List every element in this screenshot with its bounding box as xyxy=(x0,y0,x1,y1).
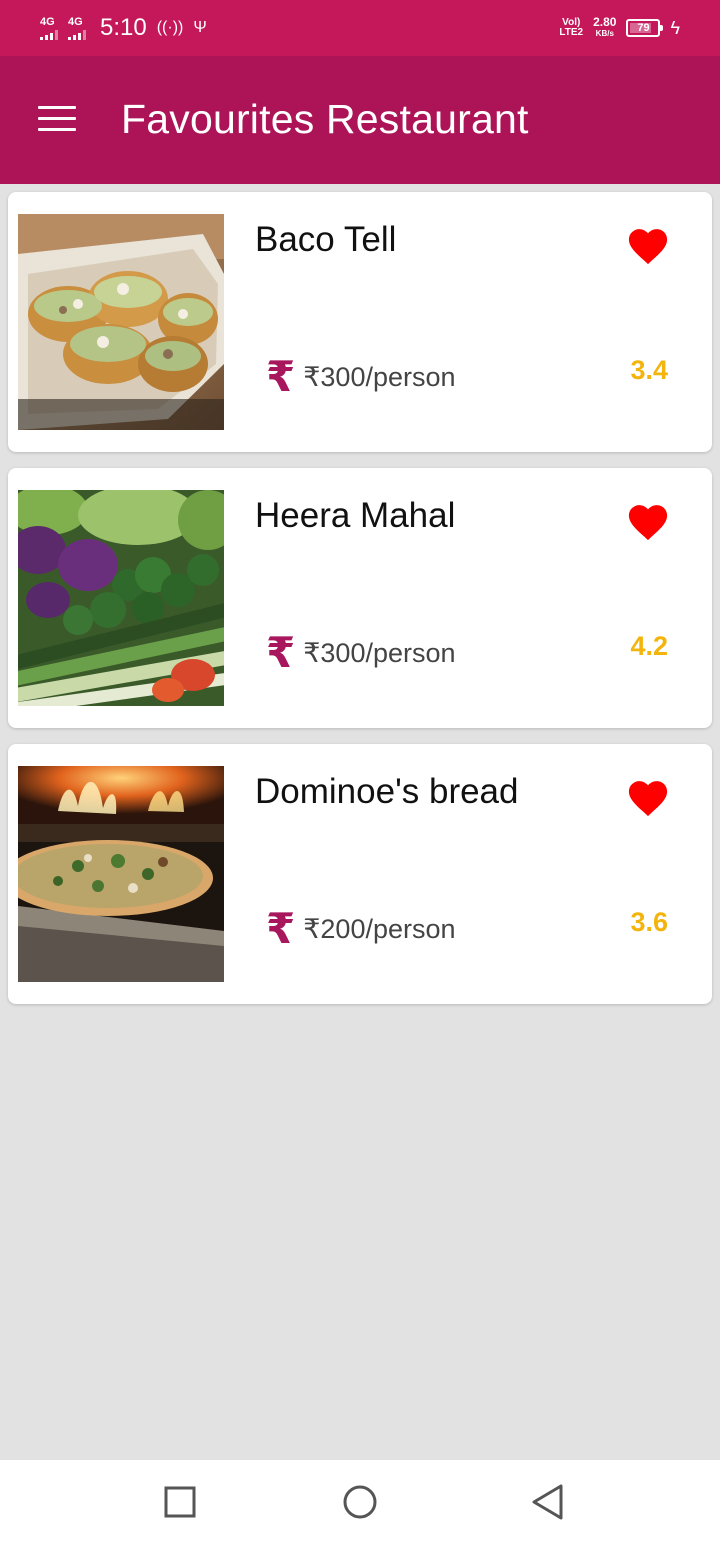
price-per-person: ₹200/person xyxy=(303,913,456,944)
restaurant-card[interactable]: Baco Tell ₹ ₹300/person 3.4 xyxy=(8,192,712,452)
rating: 4.2 xyxy=(630,631,668,661)
rating: 3.4 xyxy=(630,355,668,385)
signal-2-indicator: 4G xyxy=(68,15,86,40)
restaurant-name: Baco Tell xyxy=(255,220,397,259)
tacos-photo xyxy=(18,214,224,430)
system-nav-bar xyxy=(0,1460,720,1544)
status-bar: 4G 4G 5:10 ((·)) Ψ Vol) LTE2 2.80 KB/s 7… xyxy=(0,0,720,56)
heart-icon[interactable] xyxy=(626,501,670,541)
restaurant-name: Heera Mahal xyxy=(255,496,456,535)
restaurant-card[interactable]: Dominoe's bread ₹ ₹200/person 3.6 xyxy=(8,744,712,1004)
restaurant-image xyxy=(18,214,224,430)
price-row: ₹ ₹200/person xyxy=(266,908,456,950)
volte-indicator: Vol) LTE2 xyxy=(559,17,584,38)
clock: 5:10 xyxy=(100,14,147,41)
hotspot-icon: ((·)) xyxy=(156,19,184,36)
battery-icon: 79 xyxy=(626,19,664,37)
battery-level: 79 xyxy=(637,22,650,34)
triangle-back-icon[interactable] xyxy=(530,1484,566,1520)
rating: 3.6 xyxy=(630,907,668,937)
page-title: Favourites Restaurant xyxy=(121,96,529,142)
signal-bars-icon xyxy=(40,29,58,40)
vegetables-photo xyxy=(18,490,224,706)
charging-icon: ϟ xyxy=(670,17,680,38)
network-speed: 2.80 KB/s xyxy=(593,15,617,38)
rupee-icon: ₹ xyxy=(266,352,296,401)
signal-bars-icon xyxy=(68,29,86,40)
rupee-icon: ₹ xyxy=(266,904,296,953)
network-type-label: 4G xyxy=(40,15,55,28)
heart-icon[interactable] xyxy=(626,777,670,817)
app-bar: Favourites Restaurant xyxy=(0,56,720,184)
usb-icon: Ψ xyxy=(193,19,207,36)
favourites-list: Baco Tell ₹ ₹300/person 3.4 Heera Mahal … xyxy=(8,192,712,1020)
rupee-icon: ₹ xyxy=(266,628,296,677)
restaurant-card[interactable]: Heera Mahal ₹ ₹300/person 4.2 xyxy=(8,468,712,728)
hamburger-menu-icon[interactable] xyxy=(38,106,76,132)
heart-icon[interactable] xyxy=(626,225,670,265)
price-per-person: ₹300/person xyxy=(303,361,456,392)
circle-home-icon[interactable] xyxy=(342,1484,378,1520)
restaurant-name: Dominoe's bread xyxy=(255,772,519,811)
pizza-photo xyxy=(18,766,224,982)
price-row: ₹ ₹300/person xyxy=(266,356,456,398)
network-type-label: 4G xyxy=(68,15,83,28)
signal-1-indicator: 4G xyxy=(40,15,58,40)
restaurant-image xyxy=(18,766,224,982)
square-recents-icon[interactable] xyxy=(162,1484,198,1520)
price-row: ₹ ₹300/person xyxy=(266,632,456,674)
restaurant-image xyxy=(18,490,224,706)
price-per-person: ₹300/person xyxy=(303,637,456,668)
